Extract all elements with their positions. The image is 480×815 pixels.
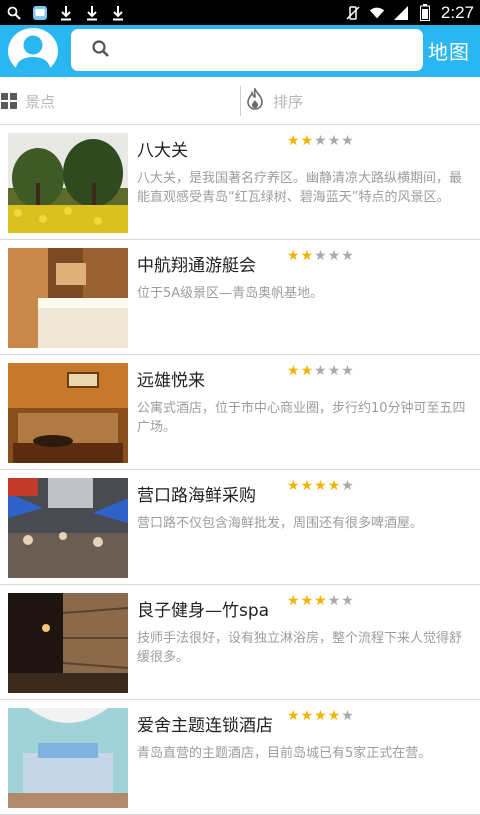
search-icon [91,39,111,63]
user-icon [15,35,51,74]
list-item[interactable]: 良子健身—竹spa ★ ★ ★ ★ ★ 技师手法很好，设有独立淋浴房，整个流程下来人觉得… [0,585,480,700]
tab-spots-label: 景点 [25,92,56,111]
star-empty-icon: ★ [314,248,327,264]
download-icon [58,5,74,21]
item-desc: 八大关，是我国著名疗养区。幽静清凉大路纵横期间，最能直观感受青岛“红瓦绿树、碧海… [137,171,463,205]
item-desc: 青岛直营的主题酒店，目前岛城已有5家正式在营。 [137,746,432,761]
star-filled-icon: ★ [287,248,300,264]
spot-list: 八大关 ★ ★ ★ ★ ★ 八大关，是我国著名疗养区。幽静清凉大路纵横期间，最能直观感受… [0,125,480,815]
star-filled-icon: ★ [327,478,341,494]
star-filled-icon: ★ [300,593,314,609]
rating-stars: ★ ★ ★ ★ ★ [287,594,354,608]
lounge-photo [8,363,128,463]
list-item[interactable]: 远雄悦来 ★ ★ ★ ★ ★ 公寓式酒店，位于市中心商业圈，步行约10分钟可至五四广场。 [0,355,480,470]
star-empty-icon: ★ [341,133,354,149]
wifi-icon [369,5,385,21]
item-title: 远雄悦来 [137,371,205,391]
item-desc: 营口路不仅包含海鲜批发，周围还有很多啤酒屋。 [137,516,424,531]
star-empty-icon: ★ [341,478,354,494]
star-filled-icon: ★ [314,708,327,724]
hotel-room-photo [8,248,128,348]
item-title: 爱舍主题连锁酒店 [137,716,273,736]
star-filled-icon: ★ [287,133,300,149]
item-title: 营口路海鲜采购 [137,486,256,506]
item-title: 良子健身—竹spa [137,601,270,621]
star-empty-icon: ★ [341,363,354,379]
download-icon [84,5,100,21]
rating-stars: ★ ★ ★ ★ ★ [287,709,354,723]
flame-icon [245,86,265,114]
list-item[interactable]: 中航翔通游艇会 ★ ★ ★ ★ ★ 位于5A级景区—青岛奥帆基地。 [0,240,480,355]
search-input[interactable] [117,35,413,65]
item-title: 中航翔通游艇会 [137,256,256,276]
filter-tabs: 景点 排序 [0,77,480,125]
search-icon [6,5,22,21]
rating-stars: ★ ★ ★ ★ ★ [287,134,354,148]
list-item[interactable]: 八大关 ★ ★ ★ ★ ★ 八大关，是我国著名疗养区。幽静清凉大路纵横期间，最能直观感受… [0,125,480,240]
tab-spots[interactable]: 景点 [0,77,55,125]
status-bar: 2:27 [0,0,480,25]
star-filled-icon: ★ [300,708,314,724]
item-desc: 位于5A级景区—青岛奥帆基地。 [137,286,324,301]
app-header: 地图 [0,25,480,77]
star-filled-icon: ★ [287,478,300,494]
list-item[interactable]: 营口路海鲜采购 ★ ★ ★ ★ ★ 营口路不仅包含海鲜批发，周围还有很多啤酒屋。 [0,470,480,585]
star-empty-icon: ★ [327,133,341,149]
star-empty-icon: ★ [314,133,327,149]
item-desc: 技师手法很好，设有独立淋浴房，整个流程下来人觉得舒缓很多。 [137,631,463,665]
list-item[interactable]: 爱舍主题连锁酒店 ★ ★ ★ ★ ★ 青岛直营的主题酒店，目前岛城已有5家正式在营。 [0,700,480,815]
vibrate-icon [345,5,361,21]
app-icon [32,5,48,21]
grid-icon [1,93,17,109]
avatar[interactable] [8,28,58,74]
theme-room-photo [8,708,128,808]
star-filled-icon: ★ [314,478,327,494]
star-filled-icon: ★ [300,478,314,494]
map-button[interactable]: 地图 [428,36,470,65]
star-filled-icon: ★ [287,708,300,724]
star-filled-icon: ★ [287,593,300,609]
battery-icon [417,4,433,21]
signal-icon [393,5,409,21]
rating-stars: ★ ★ ★ ★ ★ [287,479,354,493]
star-empty-icon: ★ [314,363,327,379]
star-empty-icon: ★ [327,593,341,609]
tab-sort-label: 排序 [273,92,304,111]
rating-stars: ★ ★ ★ ★ ★ [287,364,354,378]
star-filled-icon: ★ [327,708,341,724]
tab-sort[interactable]: 排序 [240,86,303,116]
search-box[interactable] [71,29,423,71]
rating-stars: ★ ★ ★ ★ ★ [287,249,354,263]
item-desc: 公寓式酒店，位于市中心商业圈，步行约10分钟可至五四广场。 [137,401,466,435]
star-filled-icon: ★ [300,248,314,264]
clock: 2:27 [440,2,474,22]
park-photo [8,133,128,233]
star-empty-icon: ★ [341,708,354,724]
star-filled-icon: ★ [287,363,300,379]
star-empty-icon: ★ [327,363,341,379]
item-title: 八大关 [137,141,188,161]
star-empty-icon: ★ [341,593,354,609]
star-filled-icon: ★ [314,593,327,609]
star-filled-icon: ★ [300,363,314,379]
star-filled-icon: ★ [300,133,314,149]
street-market-photo [8,478,128,578]
download-icon [110,5,126,21]
spa-corridor-photo [8,593,128,693]
star-empty-icon: ★ [327,248,341,264]
star-empty-icon: ★ [341,248,354,264]
